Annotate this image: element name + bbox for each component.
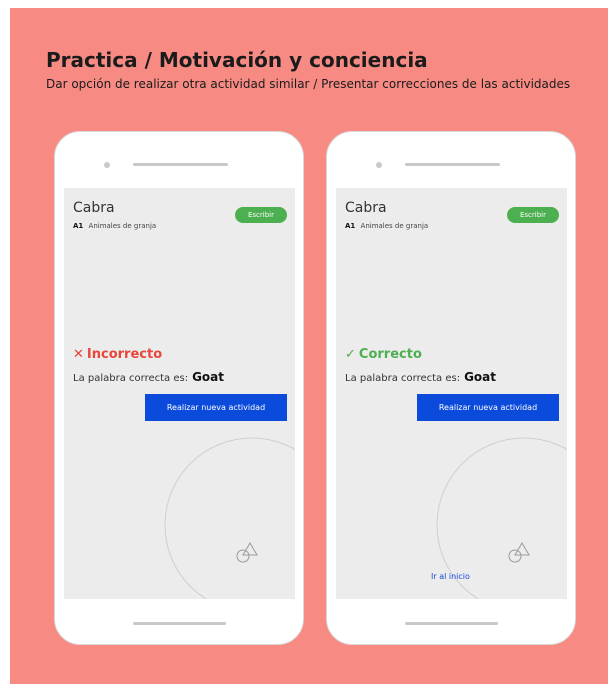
speaker-bar [405,163,500,166]
page-subtitle: Dar opción de realizar otra actividad si… [46,77,571,91]
speaker-bar [133,163,228,166]
camera-dot [104,162,110,168]
home-link[interactable]: Ir al inicio [431,572,470,581]
decorative-circle [436,437,567,599]
phone-mockup-correct: Cabra A1 Animales de granja Escribir ✓ Co… [326,131,576,645]
home-indicator [133,622,226,625]
shapes-icon [508,542,530,563]
phone-mockup-incorrect: Cabra A1 Animales de granja Escribir ✕ In… [54,131,304,645]
decorative-circle [164,437,295,599]
home-indicator [405,622,498,625]
page-title: Practica / Motivación y conciencia [46,48,428,72]
camera-dot [376,162,382,168]
app-screen: Cabra A1 Animales de granja Escribir ✓ Co… [336,188,567,599]
shapes-icon [236,542,258,563]
app-screen: Cabra A1 Animales de granja Escribir ✕ In… [64,188,295,599]
